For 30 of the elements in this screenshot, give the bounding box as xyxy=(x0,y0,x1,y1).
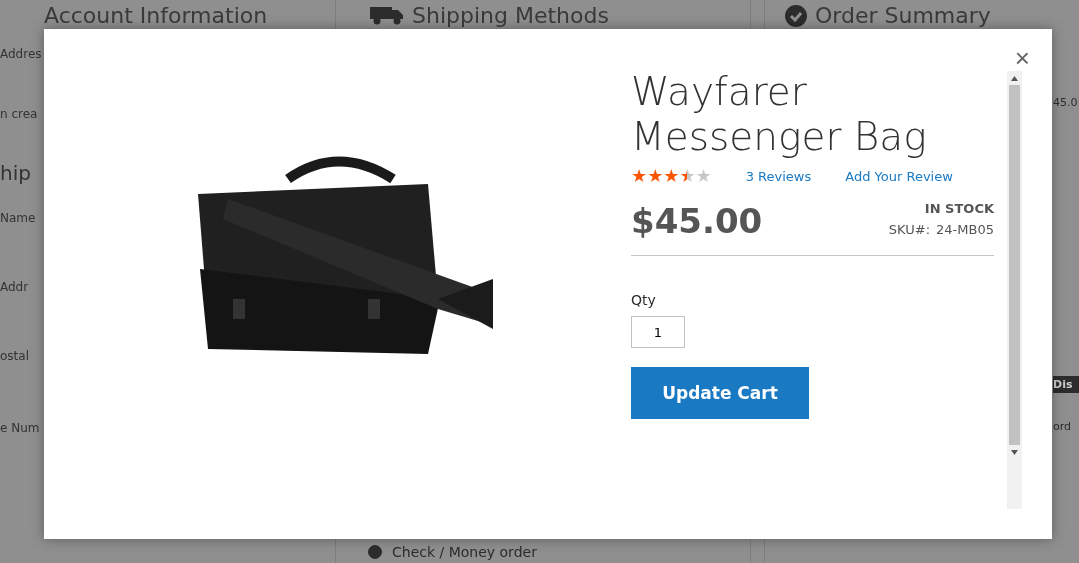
product-title: Wayfarer Messenger Bag xyxy=(631,69,928,159)
section-heading: Account Information xyxy=(43,5,269,27)
price-text: 45.0 xyxy=(1053,96,1078,109)
field-label: Addres xyxy=(0,47,42,61)
reviews-link[interactable]: 3 Reviews xyxy=(745,168,812,184)
field-label: Addr xyxy=(0,280,29,294)
add-review-link[interactable]: Add Your Review xyxy=(845,168,953,184)
field-label: e Num xyxy=(0,421,40,435)
sku-value: 24-MB05 xyxy=(936,222,994,237)
field-label: ostal xyxy=(0,349,29,363)
sku-label: SKU#: xyxy=(888,222,931,237)
radio-button[interactable] xyxy=(368,545,382,560)
truck-icon xyxy=(370,7,404,25)
scrollbar[interactable] xyxy=(1007,71,1022,509)
stock-status: IN STOCK xyxy=(924,201,994,216)
summary-text: ord xyxy=(1053,420,1072,433)
payment-option-label: Check / Money order xyxy=(392,544,537,561)
qty-label: Qty xyxy=(631,292,656,308)
qty-input[interactable]: 1 xyxy=(631,316,685,348)
tab-label: Dis xyxy=(1053,378,1073,391)
update-cart-button[interactable]: Update Cart xyxy=(631,367,809,419)
field-label: hip xyxy=(0,161,31,185)
close-button[interactable]: × xyxy=(1014,45,1030,71)
scrollbar-thumb[interactable] xyxy=(1009,85,1020,445)
section-heading: Shipping Methods xyxy=(412,5,609,27)
section-heading: Order Summary xyxy=(815,5,991,27)
check-circle-icon xyxy=(785,5,807,27)
product-price: $45.00 xyxy=(631,201,763,241)
field-label: n crea xyxy=(0,107,38,121)
field-label: Name xyxy=(0,211,36,225)
